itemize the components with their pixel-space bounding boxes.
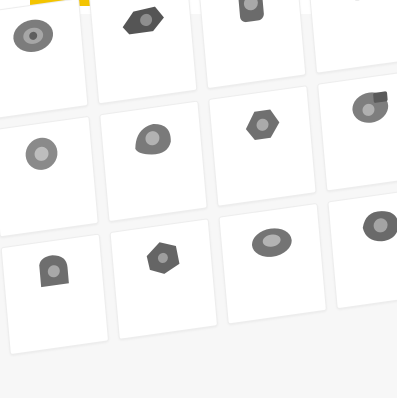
product-description — [335, 150, 397, 161]
stock-badge — [16, 303, 23, 305]
turbo-part-icon — [13, 19, 54, 53]
stock-badge — [104, 53, 111, 55]
product-description — [117, 181, 196, 192]
product-grid-perspective — [0, 0, 397, 391]
add-to-cart-button[interactable] — [282, 67, 295, 70]
stock-badge — [213, 37, 220, 39]
product-description — [236, 283, 315, 294]
stock-badge — [125, 288, 132, 290]
product-card[interactable] — [306, 0, 397, 74]
turbo-part-icon — [352, 91, 389, 123]
product-card[interactable] — [0, 115, 99, 238]
turbo-part-icon — [362, 211, 397, 242]
product-grid — [0, 0, 397, 356]
stock-badge — [333, 140, 340, 142]
add-to-cart-button[interactable] — [64, 98, 77, 101]
product-description — [107, 63, 186, 74]
product-description — [216, 48, 295, 59]
product-card[interactable] — [317, 69, 397, 192]
product-card[interactable] — [327, 187, 397, 310]
stock-badge — [224, 155, 231, 157]
stock-badge — [322, 22, 329, 24]
stock-badge — [343, 257, 350, 259]
add-to-cart-button[interactable] — [303, 303, 316, 305]
product-catalog — [0, 0, 397, 398]
stock-badge — [6, 186, 13, 188]
product-description — [127, 298, 206, 309]
add-to-cart-button[interactable] — [75, 216, 88, 218]
product-grid-viewport — [0, 0, 397, 398]
product-description — [345, 268, 397, 279]
product-card[interactable] — [0, 233, 110, 356]
product-card[interactable] — [109, 218, 218, 340]
product-description — [8, 196, 87, 207]
product-card[interactable] — [88, 0, 198, 105]
add-to-cart-button[interactable] — [184, 200, 197, 203]
add-to-cart-button[interactable] — [391, 52, 397, 55]
turbo-part-icon — [245, 109, 280, 140]
turbo-part-icon — [122, 6, 164, 35]
turbo-part-icon — [25, 137, 58, 170]
stock-badge — [115, 170, 122, 172]
add-to-cart-button[interactable] — [194, 318, 207, 321]
add-to-cart-button[interactable] — [173, 83, 186, 85]
turbo-part-icon — [39, 255, 69, 288]
turbo-part-icon — [146, 242, 180, 274]
product-card[interactable] — [218, 202, 327, 325]
add-to-cart-button[interactable] — [293, 185, 305, 188]
stock-badge — [0, 68, 2, 70]
product-description — [226, 165, 305, 176]
stock-badge — [234, 273, 241, 275]
turbo-part-icon — [238, 0, 264, 23]
turbo-part-icon — [341, 0, 378, 1]
turbo-part-icon — [135, 123, 171, 155]
product-card[interactable] — [208, 85, 317, 207]
product-description — [18, 314, 97, 325]
add-to-cart-button[interactable] — [85, 333, 98, 336]
product-card[interactable] — [197, 0, 307, 90]
product-card[interactable] — [99, 100, 208, 223]
turbo-part-icon — [251, 228, 292, 257]
product-card[interactable] — [0, 0, 89, 120]
product-description — [325, 32, 397, 43]
product-description — [0, 78, 77, 89]
